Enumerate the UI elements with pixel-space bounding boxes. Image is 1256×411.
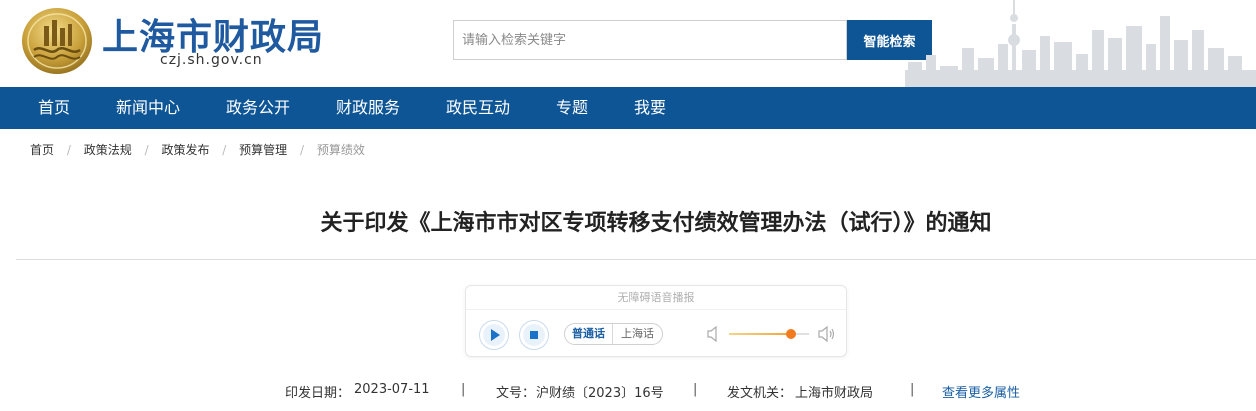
breadcrumb-item-policy-regulations[interactable]: 政策法规 (84, 141, 132, 158)
stop-button[interactable] (519, 320, 549, 350)
lang-mandarin-button[interactable]: 普通话 (565, 324, 613, 344)
breadcrumb-item-home[interactable]: 首页 (30, 141, 54, 158)
search-input[interactable] (454, 21, 846, 59)
meta-separator: | (461, 382, 466, 397)
player-title: 无障碍语音播报 (466, 286, 846, 310)
city-skyline-decoration (905, 0, 1256, 87)
doc-number-label: 文号： (496, 386, 536, 401)
breadcrumb-item-policy-release[interactable]: 政策发布 (161, 141, 209, 158)
nav-item-home[interactable]: 首页 (38, 87, 70, 129)
breadcrumb-separator: / (144, 142, 149, 157)
meta-separator: | (693, 382, 698, 397)
breadcrumb: 首页 / 政策法规 / 政策发布 / 预算管理 / 预算绩效 (30, 141, 365, 159)
volume-slider[interactable] (729, 329, 809, 339)
breadcrumb-separator: / (66, 142, 71, 157)
article-title: 关于印发《上海市市对区专项转移支付绩效管理办法（试行）》的通知 (320, 211, 992, 236)
lang-shanghainese-button[interactable]: 上海话 (613, 324, 662, 344)
play-button[interactable] (479, 320, 509, 350)
nav-item-interaction[interactable]: 政民互动 (446, 87, 510, 129)
nav-item-news[interactable]: 新闻中心 (116, 87, 180, 129)
breadcrumb-item-budget-management[interactable]: 预算管理 (239, 141, 287, 158)
nav-item-finance-services[interactable]: 财政服务 (336, 87, 400, 129)
play-icon (483, 324, 505, 346)
title-divider (16, 259, 1256, 260)
site-header: 上海市财政局 czj.sh.gov.cn 智能检索 (0, 0, 1256, 87)
stop-icon (523, 324, 545, 346)
volume-slider-handle[interactable] (786, 329, 797, 339)
issuer-value: 上海市财政局 (795, 386, 874, 401)
language-toggle: 普通话 上海话 (564, 323, 663, 345)
nav-item-gov-affairs[interactable]: 政务公开 (226, 87, 290, 129)
meta-separator: | (910, 382, 915, 397)
audio-player: 无障碍语音播报 普通话 上海话 (465, 285, 847, 357)
volume-slider-fill (729, 333, 792, 335)
nav-item-i-want[interactable]: 我要 (634, 87, 666, 129)
issuer-label: 发文机关： (727, 386, 793, 401)
view-more-attributes-link[interactable]: 查看更多属性 (942, 382, 1020, 401)
nav-item-topics[interactable]: 专题 (556, 87, 588, 129)
publish-date-label: 印发日期： (285, 386, 351, 401)
volume-high-icon[interactable] (818, 325, 836, 343)
site-domain: czj.sh.gov.cn (160, 52, 263, 68)
breadcrumb-separator: / (222, 142, 227, 157)
breadcrumb-current: 预算绩效 (316, 143, 365, 157)
article-meta: 印发日期： 2023-07-11 | 文号： 沪财绩〔2023〕16号 | 发文… (0, 382, 1256, 402)
volume-low-icon[interactable] (707, 325, 721, 343)
shanghai-emblem-icon[interactable] (20, 6, 94, 76)
publish-date-value: 2023-07-11 (354, 382, 430, 397)
page: 上海市财政局 czj.sh.gov.cn 智能检索 (0, 0, 1256, 411)
main-nav: 首页 新闻中心 政务公开 财政服务 政民互动 专题 我要 (0, 87, 1256, 129)
breadcrumb-separator: / (300, 142, 305, 157)
search-box (453, 20, 847, 60)
doc-number-value: 沪财绩〔2023〕16号 (536, 386, 664, 401)
